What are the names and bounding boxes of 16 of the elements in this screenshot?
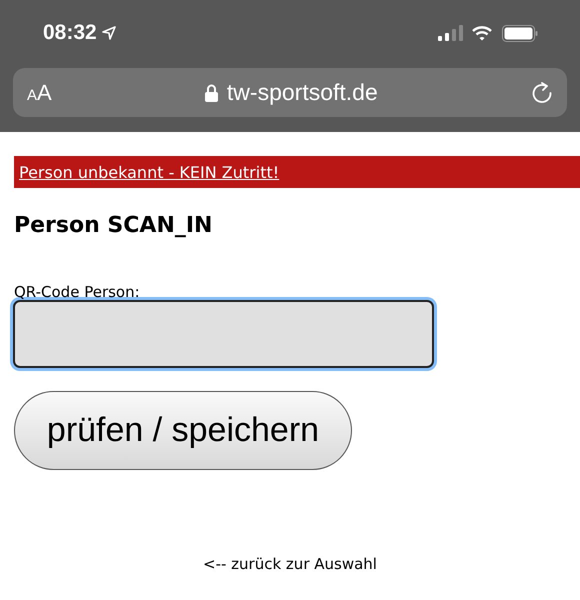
reload-icon[interactable] <box>531 82 553 104</box>
alert-link[interactable]: Person unbekannt - KEIN Zutritt! <box>19 162 280 182</box>
url-text: tw-sportsoft.de <box>226 79 378 106</box>
clock-time: 08:32 <box>43 21 97 45</box>
qr-code-field[interactable] <box>13 300 434 368</box>
wifi-icon <box>472 26 492 40</box>
signal-icon <box>438 25 464 41</box>
page-heading: Person SCAN_IN <box>14 213 214 238</box>
text-size-button[interactable]: AA <box>27 80 52 106</box>
location-arrow-icon <box>102 26 116 40</box>
back-link[interactable]: <-- zurück zur Auswahl <box>203 555 377 573</box>
submit-button[interactable]: prüfen / speichern <box>14 391 352 470</box>
lock-icon <box>204 84 218 102</box>
battery-icon <box>502 24 538 42</box>
field-label: QR-Code Person: <box>14 284 140 301</box>
address-bar[interactable]: AA tw-sportsoft.de <box>13 68 567 117</box>
